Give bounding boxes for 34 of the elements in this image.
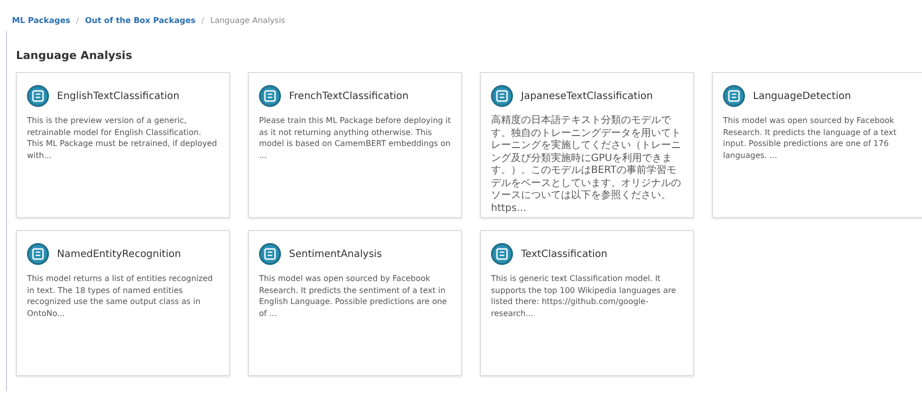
package-description: This model was open sourced by Facebook Research. It predicts the language of a text input. Possible predictions are one of 176 languages. ...: [723, 115, 898, 162]
package-icon: [491, 85, 513, 107]
package-description: This is the preview version of a generic, retrainable model for English Classification. This ML Package must be retrained, if deployed with...: [27, 115, 218, 162]
package-card[interactable]: LanguageDetection This model was open sourced by Facebook Research. It predicts the language of a text input. Possible predictions are one of 176 languages. ...: [712, 72, 922, 218]
package-icon: [491, 243, 513, 265]
breadcrumb-separator: /: [202, 16, 204, 24]
package-title: NamedEntityRecognition: [57, 248, 181, 260]
package-title: JapaneseTextClassification: [521, 90, 653, 102]
package-icon: [27, 85, 49, 107]
breadcrumb-link[interactable]: ML Packages: [12, 16, 70, 24]
package-card[interactable]: JapaneseTextClassification 高精度の日本語テキスト分類のモデルです。独自のトレーニングデータを用いてトレーニングを実施してください（トレーニング及び分類実施時にGPUを利用できます。）。このモデルはBERTの事前学習モデルをベースとしています。オリジナルのソースについては以下を参照ください。https...: [480, 72, 694, 218]
package-description: Please train this ML Package before deploying it as it not returning anything otherwise. This model is based on CamemBERT embeddings on ...: [259, 115, 451, 162]
package-card[interactable]: FrenchTextClassification Please train this ML Package before deploying it as it not returning anything otherwise. This model is based on CamemBERT embeddings on ...: [248, 72, 462, 218]
package-card[interactable]: TextClassification This is generic text Classification model. It supports the top 100 Wikipedia languages are listed there: https://github.com/google-research...: [480, 230, 694, 376]
package-title: EnglishTextClassification: [57, 90, 180, 102]
breadcrumb-link[interactable]: Out of the Box Packages: [84, 16, 196, 24]
package-icon: [27, 243, 49, 265]
package-description: This model returns a list of entities recognized in text. The 18 types of named entities recognized use the same output class as in OntoNo...: [27, 273, 214, 320]
package-description: This model was open sourced by Facebook Research. It predicts the sentiment of a text in English Language. Possible predictions are one of ...: [259, 273, 448, 320]
package-description: 高精度の日本語テキスト分類のモデルです。独自のトレーニングデータを用いてトレーニングを実施してください（トレーニング及び分類実施時にGPUを利用できます。）。このモデルはBERTの事前学習モデルをベースとしています。オリジナルのソースについては以下を参照ください。https...: [491, 115, 682, 215]
package-title: SentimentAnalysis: [289, 248, 382, 260]
breadcrumb-separator: /: [76, 16, 79, 24]
package-card[interactable]: SentimentAnalysis This model was open sourced by Facebook Research. It predicts the sentiment of a text in English Language. Possible predictions are one of ...: [248, 230, 462, 376]
package-title: LanguageDetection: [753, 90, 851, 102]
package-icon: [723, 85, 745, 107]
package-card[interactable]: NamedEntityRecognition This model returns a list of entities recognized in text. The 18 types of named entities recognized use the same output class as in OntoNo...: [16, 230, 230, 376]
package-description: This is generic text Classification model. It supports the top 100 Wikipedia languages are listed there: https://github.com/google-research...: [491, 273, 678, 320]
package-icon: [259, 243, 281, 265]
package-card[interactable]: EnglishTextClassification This is the preview version of a generic, retrainable model for English Classification. This ML Package must be retrained, if deployed with...: [16, 72, 230, 218]
section-heading: Language Analysis: [16, 49, 134, 62]
breadcrumb-current: Language Analysis: [210, 16, 286, 24]
package-icon: [259, 85, 281, 107]
package-title: TextClassification: [521, 248, 608, 260]
package-title: FrenchTextClassification: [289, 90, 409, 102]
